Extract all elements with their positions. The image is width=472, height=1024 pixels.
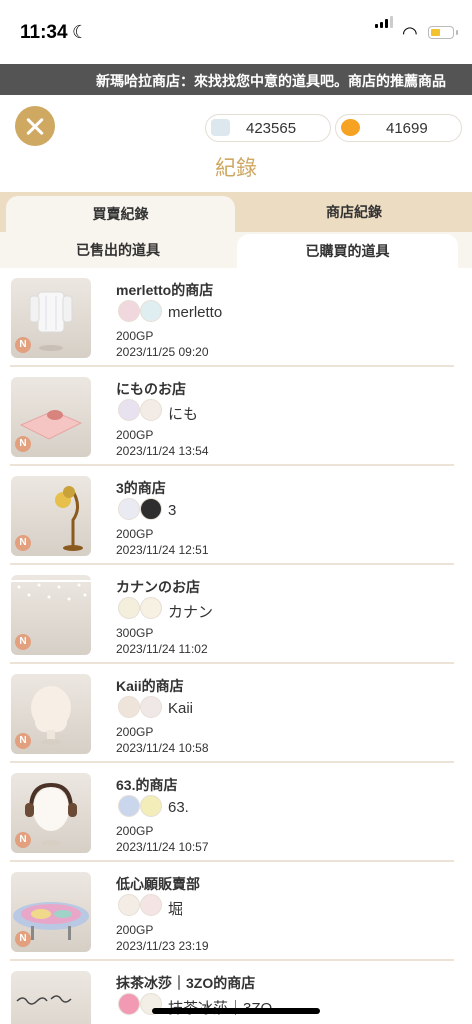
announcement-marquee: 新瑪哈拉商店：來找找您中意的道具吧。商店的推薦商品 [0,64,472,95]
seller-avatars [118,300,164,324]
avatar [118,993,140,1015]
avatar [140,597,162,619]
avatar [118,795,140,817]
avatar [118,696,140,718]
avatar [140,498,162,520]
purchase-date: 2023/11/24 13:54 [116,444,209,458]
gem-counter: 423565 [205,114,331,142]
seller-name: 63. [168,799,189,816]
seller-name: Kaii [168,700,194,717]
avatar [140,795,162,817]
seller-avatars [118,597,164,621]
moon-icon: ☾ [72,22,89,42]
gem-count: 423565 [246,120,297,137]
new-badge: N [15,337,31,353]
list-item[interactable]: N 63.的商店 63. 200GP 2023/11/24 10:57 [0,763,472,862]
page-title: 紀錄 [215,157,257,180]
list-item[interactable]: N カナンのお店 カナン 300GP 2023/11/24 11:02 [0,565,472,664]
tab-shop-records[interactable]: 商店紀錄 [236,192,472,232]
seller-name: 堀 [168,901,184,918]
list-item[interactable]: 抹茶冰莎｜3ZO的商店 抹茶冰莎｜3ZO [0,961,472,1024]
item-thumbnail: N [11,674,91,754]
wifi-icon: ◠ [402,23,418,43]
new-badge: N [15,832,31,848]
avatar [140,300,162,322]
diamond-icon [211,119,230,136]
shop-name: 抹茶冰莎｜3ZO的商店 [116,975,256,991]
purchase-date: 2023/11/25 09:20 [116,345,209,359]
battery-icon [428,26,458,39]
purchase-list[interactable]: N merletto的商店 merletto 200GP 2023/11/25 … [0,268,472,1024]
coin-icon [341,119,360,136]
shop-name: カナンのお店 [116,579,200,595]
sub-tabs: 已售出的道具 已購買的道具 [0,232,472,268]
item-thumbnail: N [11,872,91,952]
coin-count: 41699 [386,120,428,137]
purchase-date: 2023/11/23 23:19 [116,939,209,953]
shop-name: 低心願販賣部 [116,876,200,892]
item-thumbnail: N [11,575,91,655]
seller-name: カナン [168,604,214,621]
purchase-date: 2023/11/24 12:51 [116,543,209,557]
seller-avatars [118,399,164,423]
avatar [118,894,140,916]
seller-avatars [118,795,164,819]
seller-avatars [118,696,164,720]
purchase-date: 2023/11/24 10:57 [116,840,209,854]
item-thumbnail [11,971,91,1024]
seller-name: merletto [168,304,223,321]
new-badge: N [15,436,31,452]
price: 200GP [116,824,154,838]
price: 200GP [116,329,154,343]
marquee-text: 新瑪哈拉商店：來找找您中意的道具吧。商店的推薦商品 [96,73,446,89]
new-badge: N [15,733,31,749]
tab-purchased-items[interactable]: 已購買的道具 [237,234,458,268]
shop-name: merletto的商店 [116,282,214,298]
price: 300GP [116,626,154,640]
avatar [118,399,140,421]
item-thumbnail: N [11,278,91,358]
list-item[interactable]: N merletto的商店 merletto 200GP 2023/11/25 … [0,268,472,367]
list-item[interactable]: N 低心願販賣部 堀 200GP 2023/11/23 23:19 [0,862,472,961]
coin-counter: 41699 [335,114,462,142]
price: 200GP [116,527,154,541]
purchase-date: 2023/11/24 11:02 [116,642,208,656]
shop-name: Kaii的商店 [116,678,184,694]
avatar [118,498,140,520]
avatar [140,399,162,421]
price: 200GP [116,923,154,937]
close-button[interactable] [15,106,55,146]
list-item[interactable]: N にものお店 にも 200GP 2023/11/24 13:54 [0,367,472,466]
item-thumbnail: N [11,773,91,853]
shop-name: 3的商店 [116,480,166,496]
shop-name: にものお店 [116,381,186,397]
item-thumbnail: N [11,476,91,556]
avatar [140,894,162,916]
shop-name: 63.的商店 [116,777,178,793]
new-badge: N [15,931,31,947]
new-badge: N [15,535,31,551]
tab-sold-items[interactable]: 已售出的道具 [0,232,236,268]
status-bar: 11:34 ☾ ◠ [0,0,472,64]
top-tabs: 買賣紀錄 商店紀錄 [0,192,472,232]
seller-avatars [118,498,164,522]
clock: 11:34 [20,22,68,43]
home-indicator[interactable] [152,1008,320,1014]
list-item[interactable]: N 3的商店 3 200GP 2023/11/24 12:51 [0,466,472,565]
seller-name: にも [168,406,199,423]
list-item[interactable]: N Kaii的商店 Kaii 200GP 2023/11/24 10:58 [0,664,472,763]
new-badge: N [15,634,31,650]
avatar [140,696,162,718]
avatar [118,300,140,322]
price: 200GP [116,725,154,739]
tab-trade-records[interactable]: 買賣紀錄 [6,196,235,232]
seller-avatars [118,894,164,918]
item-thumbnail: N [11,377,91,457]
price: 200GP [116,428,154,442]
avatar [118,597,140,619]
seller-name: 3 [168,502,177,519]
purchase-date: 2023/11/24 10:58 [116,741,209,755]
